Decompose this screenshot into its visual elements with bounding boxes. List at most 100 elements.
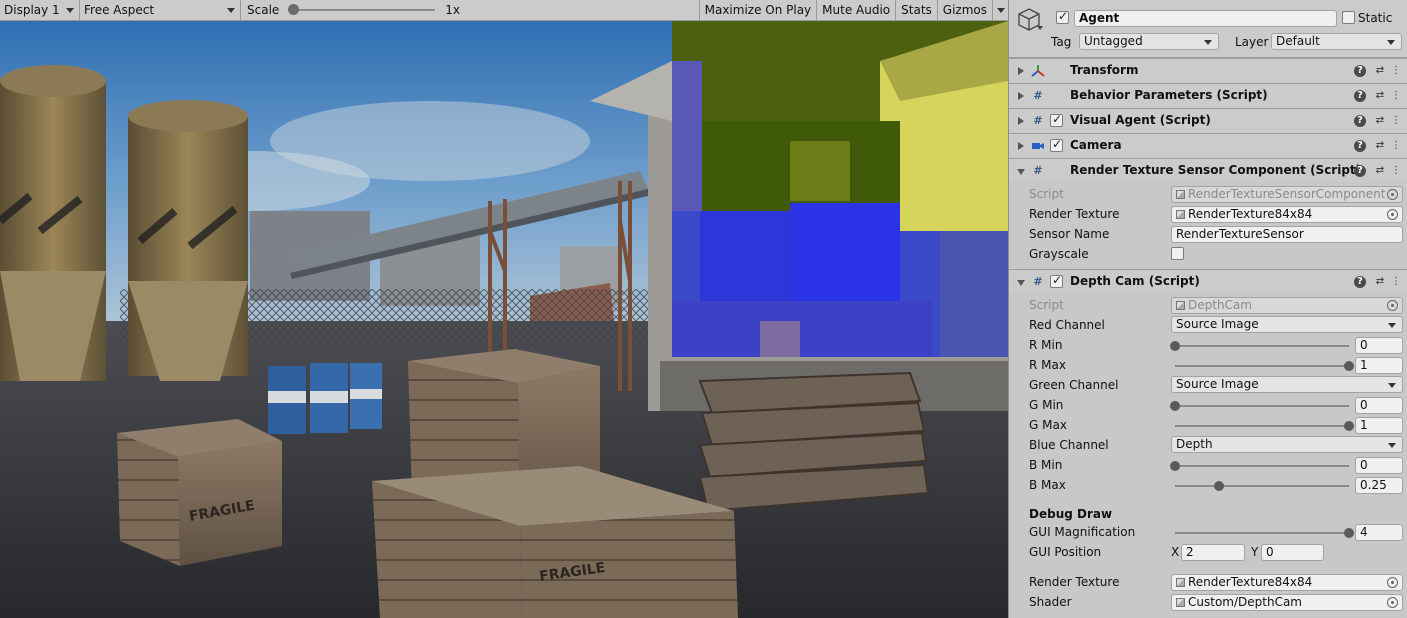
help-icon[interactable]: ? bbox=[1354, 140, 1366, 152]
rts-render-texture-value: RenderTexture84x84 bbox=[1188, 207, 1313, 221]
kebab-menu-icon[interactable]: ⋮ bbox=[1390, 115, 1402, 127]
layer-dropdown[interactable]: Default bbox=[1271, 33, 1402, 50]
transform-icon bbox=[1031, 64, 1045, 78]
fold-arrow-icon[interactable] bbox=[1018, 92, 1024, 100]
preset-icon[interactable]: ⇄ bbox=[1374, 90, 1386, 102]
static-checkbox[interactable] bbox=[1342, 11, 1355, 24]
scale-slider-thumb[interactable] bbox=[288, 4, 300, 15]
stats-button[interactable]: Stats bbox=[895, 0, 937, 21]
g-max-field[interactable]: 1 bbox=[1355, 417, 1403, 434]
display-dropdown[interactable]: Display 1 bbox=[0, 0, 80, 21]
slider-thumb[interactable] bbox=[1213, 481, 1224, 491]
rts-script-field: RenderTextureSensorComponent bbox=[1171, 186, 1403, 203]
chevron-down-icon bbox=[1388, 383, 1396, 388]
b-min-field[interactable]: 0 bbox=[1355, 457, 1403, 474]
component-behavior-parameters[interactable]: # Behavior Parameters (Script) ? ⇄ ⋮ bbox=[1009, 83, 1407, 107]
g-max-label: G Max bbox=[1029, 418, 1067, 432]
kebab-menu-icon[interactable]: ⋮ bbox=[1390, 90, 1402, 102]
slider-thumb[interactable] bbox=[1344, 361, 1354, 371]
help-icon[interactable]: ? bbox=[1354, 165, 1366, 177]
b-max-field[interactable]: 0.25 bbox=[1355, 477, 1403, 494]
fold-arrow-icon[interactable] bbox=[1017, 169, 1025, 175]
scale-slider[interactable] bbox=[288, 4, 436, 15]
tag-dropdown[interactable]: Untagged bbox=[1079, 33, 1219, 50]
scale-control: Scale 1x bbox=[241, 0, 699, 21]
shader-asset-icon bbox=[1176, 598, 1185, 607]
gui-magnification-slider[interactable] bbox=[1175, 528, 1354, 538]
preset-icon[interactable]: ⇄ bbox=[1374, 140, 1386, 152]
component-title: Render Texture Sensor Component (Script) bbox=[1070, 163, 1362, 177]
maximize-on-play-button[interactable]: Maximize On Play bbox=[698, 0, 817, 21]
help-icon[interactable]: ? bbox=[1354, 276, 1366, 288]
rts-sensor-name-field[interactable]: RenderTextureSensor bbox=[1171, 226, 1403, 243]
r-min-field[interactable]: 0 bbox=[1355, 337, 1403, 354]
component-enabled-checkbox[interactable] bbox=[1050, 112, 1063, 127]
preset-icon[interactable]: ⇄ bbox=[1374, 165, 1386, 177]
g-min-slider[interactable] bbox=[1170, 401, 1349, 411]
help-icon[interactable]: ? bbox=[1354, 65, 1366, 77]
component-camera[interactable]: Camera ? ⇄ ⋮ bbox=[1009, 133, 1407, 157]
r-min-slider[interactable] bbox=[1170, 341, 1349, 351]
green-channel-label: Green Channel bbox=[1029, 378, 1119, 392]
b-max-slider[interactable] bbox=[1175, 481, 1349, 491]
rts-render-texture-label: Render Texture bbox=[1029, 207, 1120, 221]
active-checkbox[interactable] bbox=[1056, 9, 1069, 24]
shader-field[interactable]: Custom/DepthCam bbox=[1171, 594, 1403, 611]
gizmos-dropdown[interactable] bbox=[992, 0, 1008, 21]
gui-magnification-field[interactable]: 4 bbox=[1355, 524, 1403, 541]
help-icon[interactable]: ? bbox=[1354, 115, 1366, 127]
component-depth-cam[interactable]: # Depth Cam (Script) ? ⇄ ⋮ bbox=[1009, 269, 1407, 293]
g-min-field[interactable]: 0 bbox=[1355, 397, 1403, 414]
preset-icon[interactable]: ⇄ bbox=[1374, 65, 1386, 77]
rts-render-texture-field[interactable]: RenderTexture84x84 bbox=[1171, 206, 1403, 223]
component-visual-agent[interactable]: # Visual Agent (Script) ? ⇄ ⋮ bbox=[1009, 108, 1407, 132]
component-render-texture-sensor[interactable]: # Render Texture Sensor Component (Scrip… bbox=[1009, 158, 1407, 182]
chevron-down-icon[interactable] bbox=[1037, 26, 1043, 30]
component-enabled-checkbox[interactable] bbox=[1050, 273, 1063, 288]
grayscale-checkbox[interactable] bbox=[1171, 247, 1184, 260]
gui-position-y-field[interactable]: 0 bbox=[1261, 544, 1324, 561]
object-picker-icon[interactable] bbox=[1387, 209, 1398, 220]
chevron-down-icon bbox=[227, 7, 235, 13]
slider-thumb[interactable] bbox=[1170, 461, 1180, 471]
game-viewport[interactable]: FRAGILE FRAGILE bbox=[0, 21, 1008, 618]
kebab-menu-icon[interactable]: ⋮ bbox=[1390, 165, 1402, 177]
slider-thumb[interactable] bbox=[1344, 421, 1354, 431]
help-icon[interactable]: ? bbox=[1354, 90, 1366, 102]
mute-audio-button[interactable]: Mute Audio bbox=[816, 0, 895, 21]
component-title: Behavior Parameters (Script) bbox=[1070, 88, 1268, 102]
kebab-menu-icon[interactable]: ⋮ bbox=[1390, 276, 1402, 288]
component-enabled-checkbox[interactable] bbox=[1050, 137, 1063, 152]
aspect-dropdown[interactable]: Free Aspect bbox=[80, 0, 241, 21]
fold-arrow-icon[interactable] bbox=[1018, 117, 1024, 125]
gizmos-button[interactable]: Gizmos bbox=[936, 0, 992, 21]
fold-arrow-icon[interactable] bbox=[1018, 67, 1024, 75]
slider-thumb[interactable] bbox=[1170, 341, 1180, 351]
slider-thumb[interactable] bbox=[1170, 401, 1180, 411]
object-name-field[interactable]: Agent bbox=[1074, 10, 1337, 27]
green-channel-value: Source Image bbox=[1176, 377, 1259, 391]
kebab-menu-icon[interactable]: ⋮ bbox=[1390, 140, 1402, 152]
rts-script-value: RenderTextureSensorComponent bbox=[1188, 187, 1386, 201]
object-picker-icon[interactable] bbox=[1387, 597, 1398, 608]
blue-channel-dropdown[interactable]: Depth bbox=[1171, 436, 1403, 453]
green-channel-dropdown[interactable]: Source Image bbox=[1171, 376, 1403, 393]
preset-icon[interactable]: ⇄ bbox=[1374, 115, 1386, 127]
blue-channel-label: Blue Channel bbox=[1029, 438, 1109, 452]
scale-value: 1x bbox=[445, 3, 461, 17]
r-max-slider[interactable] bbox=[1175, 361, 1354, 371]
fold-arrow-icon[interactable] bbox=[1018, 142, 1024, 150]
red-channel-label: Red Channel bbox=[1029, 318, 1105, 332]
object-picker-icon[interactable] bbox=[1387, 577, 1398, 588]
slider-thumb[interactable] bbox=[1344, 528, 1354, 538]
red-channel-dropdown[interactable]: Source Image bbox=[1171, 316, 1403, 333]
kebab-menu-icon[interactable]: ⋮ bbox=[1390, 65, 1402, 77]
b-min-slider[interactable] bbox=[1170, 461, 1349, 471]
preset-icon[interactable]: ⇄ bbox=[1374, 276, 1386, 288]
g-max-slider[interactable] bbox=[1175, 421, 1354, 431]
depth-render-texture-field[interactable]: RenderTexture84x84 bbox=[1171, 574, 1403, 591]
r-max-field[interactable]: 1 bbox=[1355, 357, 1403, 374]
fold-arrow-icon[interactable] bbox=[1017, 280, 1025, 286]
gui-position-x-field[interactable]: 2 bbox=[1181, 544, 1245, 561]
component-transform[interactable]: Transform ? ⇄ ⋮ bbox=[1009, 58, 1407, 82]
